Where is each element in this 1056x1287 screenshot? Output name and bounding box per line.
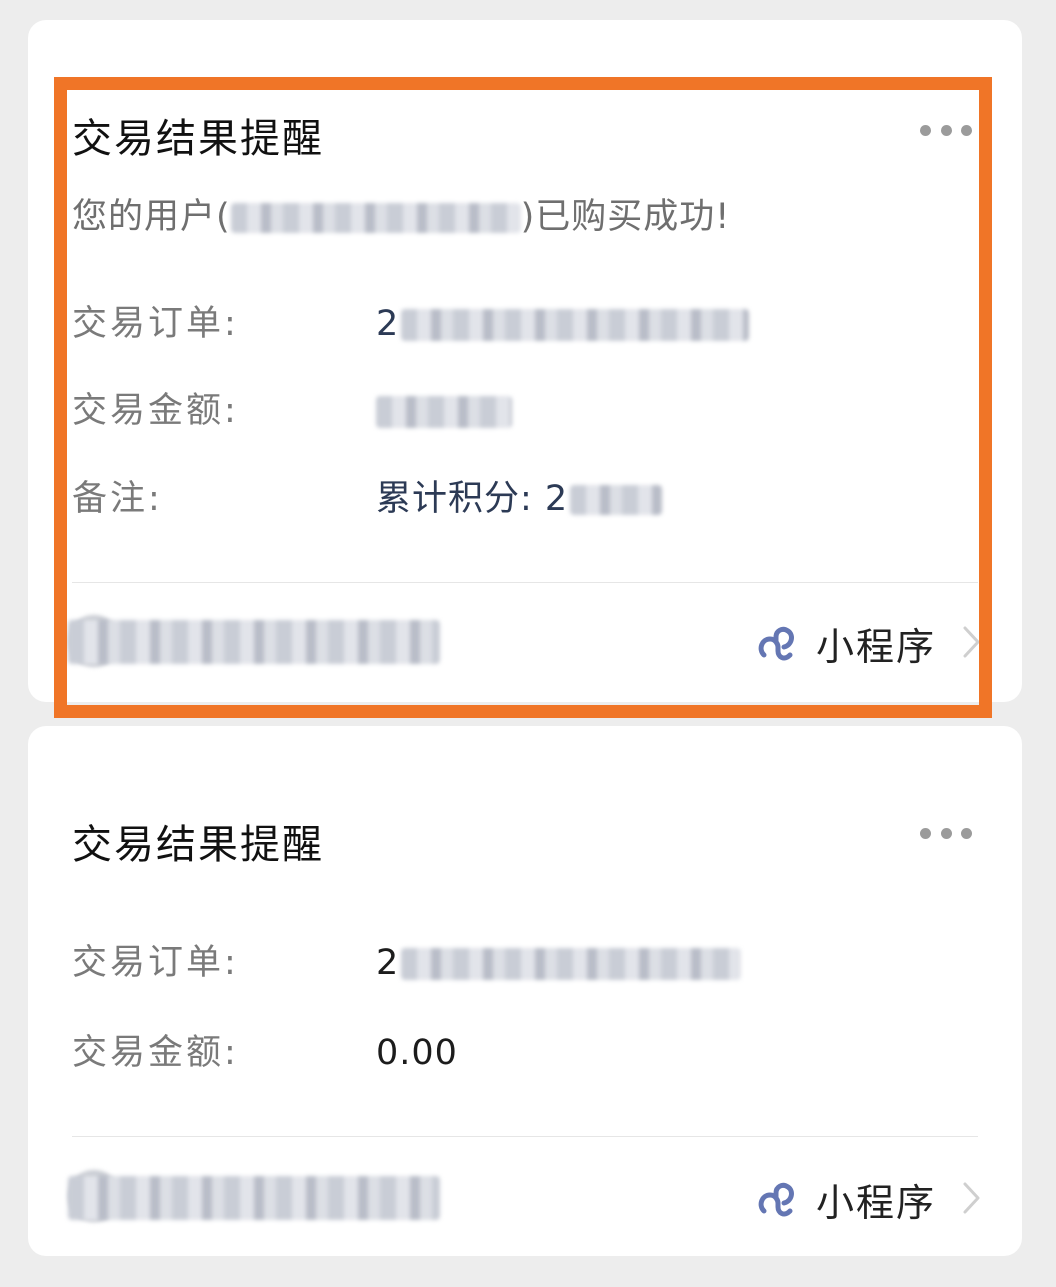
message-suffix: )已购买成功! (520, 197, 731, 237)
note-row: 备注: 累计积分: 2 (72, 470, 663, 521)
mini-program-label: 小程序 (815, 1181, 936, 1225)
mini-program-link-icon (758, 1182, 794, 1216)
order-row: 交易订单: 2 (72, 295, 750, 346)
notification-card-2[interactable]: 交易结果提醒 交易订单: 2 交易金额: 0.00 小程序 (28, 726, 1022, 1256)
mini-program-link[interactable]: 小程序 (754, 616, 936, 671)
card-divider (72, 582, 978, 583)
order-value: 2 (376, 943, 400, 983)
note-label: 备注: (72, 479, 163, 519)
chevron-right-icon[interactable] (962, 625, 982, 659)
card-title: 交易结果提醒 (72, 822, 324, 868)
notification-card-1[interactable]: 交易结果提醒 您的用户( )已购买成功! 交易订单: 2 交易金额: 备注: 累计积分… (28, 20, 1022, 702)
purchase-message: 您的用户( )已购买成功! (72, 188, 730, 239)
more-dots-icon[interactable] (920, 827, 972, 839)
amount-row: 交易金额: (72, 382, 512, 433)
redacted-mini-program-name (68, 1176, 440, 1220)
order-label: 交易订单: (72, 304, 239, 344)
order-value: 2 (376, 304, 400, 344)
redacted-order (401, 309, 750, 341)
redacted-order (401, 948, 742, 980)
amount-label: 交易金额: (72, 391, 239, 431)
amount-value: 0.00 (376, 1033, 458, 1073)
mini-program-link[interactable]: 小程序 (754, 1172, 936, 1227)
amount-label: 交易金额: (72, 1033, 239, 1073)
redacted-points (570, 485, 663, 515)
order-label: 交易订单: (72, 943, 239, 983)
mini-program-link-icon (758, 626, 794, 660)
redacted-user (230, 203, 521, 233)
card-divider (72, 1136, 978, 1137)
amount-row: 交易金额: 0.00 (72, 1024, 458, 1075)
mini-program-label: 小程序 (815, 625, 936, 669)
card-title: 交易结果提醒 (72, 116, 324, 162)
order-row: 交易订单: 2 (72, 934, 742, 985)
redacted-amount (376, 396, 512, 428)
note-value: 累计积分: 2 (376, 479, 569, 519)
message-prefix: 您的用户( (72, 197, 231, 237)
chevron-right-icon[interactable] (962, 1181, 982, 1215)
more-dots-icon[interactable] (920, 124, 972, 136)
redacted-mini-program-name (68, 620, 440, 664)
